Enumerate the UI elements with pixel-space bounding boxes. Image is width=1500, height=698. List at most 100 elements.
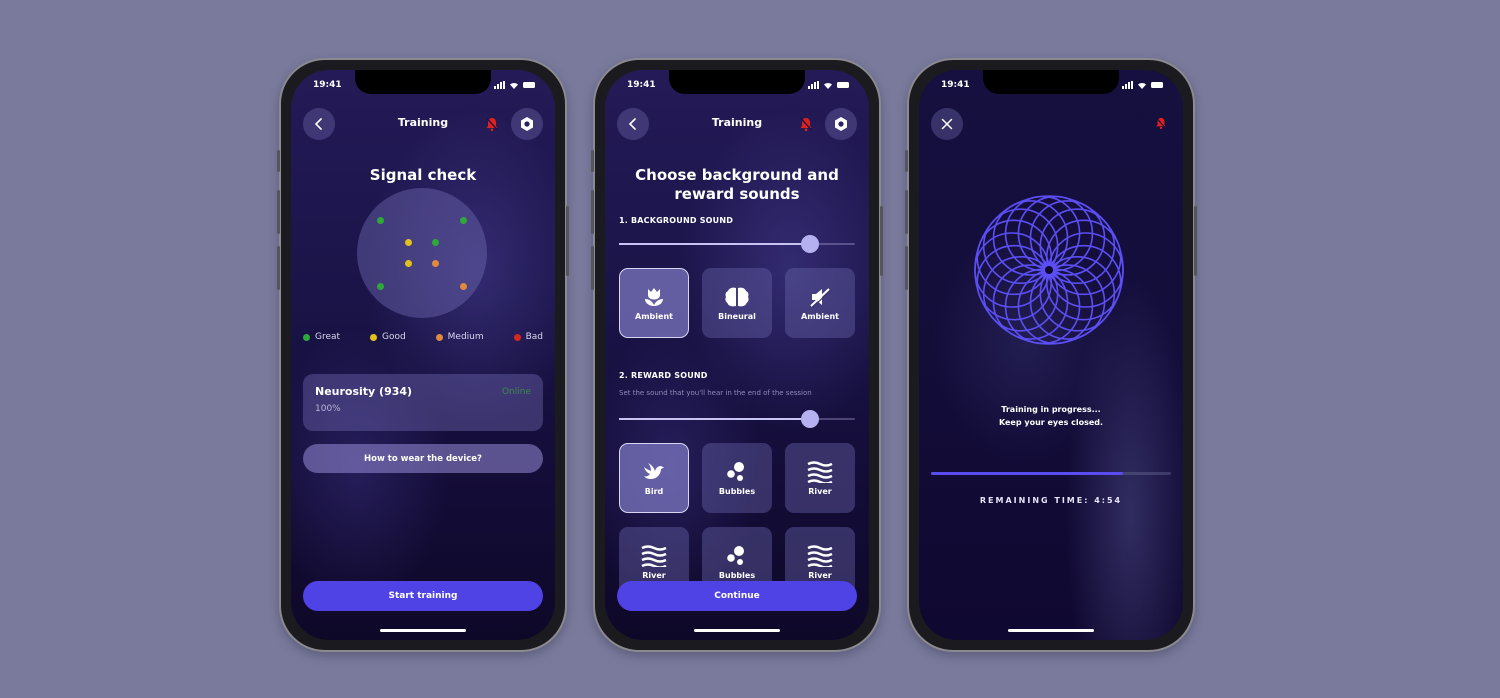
top-bar: [931, 108, 1171, 140]
home-indicator[interactable]: [1008, 629, 1094, 632]
status-time: 19:41: [941, 80, 970, 90]
sound-option-label: Bird: [644, 486, 664, 496]
tulip-icon: [645, 287, 663, 306]
bell-muted-icon[interactable]: [485, 116, 499, 132]
sound-option-ambient[interactable]: Ambient: [619, 268, 689, 338]
phone-side-button: [905, 150, 908, 172]
legend-label: Great: [315, 332, 341, 342]
wifi-icon: [510, 82, 518, 89]
top-bar: Training: [303, 108, 543, 140]
notch: [983, 70, 1119, 94]
progress-fill: [931, 472, 1123, 475]
reward-sound-label: 2. REWARD SOUND: [619, 371, 708, 380]
training-message-line-1: Training in progress...: [1001, 405, 1101, 414]
close-icon: [941, 118, 953, 130]
battery-icon: [1151, 82, 1163, 88]
reward-volume-slider[interactable]: [619, 410, 855, 428]
sound-option-bubbles[interactable]: Bubbles: [702, 443, 772, 513]
legend-dot: [513, 333, 521, 341]
waves-icon: [641, 544, 667, 567]
sound-option-label: Bubbles: [718, 486, 756, 496]
topbar-title: Training: [711, 116, 763, 129]
continue-button[interactable]: Continue: [617, 581, 857, 611]
legend-item: Good: [370, 332, 406, 342]
phone-training-progress: 19:41 Training in progress... Keep your …: [905, 58, 1197, 652]
slider-fill: [619, 243, 811, 245]
screen: 19:41 Training in progress... Keep your …: [919, 70, 1183, 640]
screen: 19:41 Training Signal check Great Good M…: [291, 70, 555, 640]
reward-sound-description: Set the sound that you'll hear in the en…: [619, 389, 812, 397]
sound-option-label: Ambient: [801, 311, 839, 321]
legend-label: Bad: [525, 332, 543, 342]
start-training-button[interactable]: Start training: [303, 581, 543, 611]
sound-option-label: Bineural: [718, 311, 756, 321]
electrode-dot: [432, 239, 439, 246]
wifi-icon: [1138, 82, 1146, 89]
device-status: Online: [501, 387, 531, 397]
legend-label: Medium: [447, 332, 484, 342]
screen-title-line-2: reward sounds: [674, 185, 800, 203]
waves-icon: [807, 460, 833, 483]
sound-option-bird[interactable]: Bird: [619, 443, 689, 513]
training-progress-bar: [931, 472, 1171, 475]
waves-icon: [807, 544, 833, 567]
bell-muted-icon[interactable]: [1155, 116, 1167, 130]
how-to-wear-button[interactable]: How to wear the device?: [303, 444, 543, 473]
battery-icon: [523, 82, 535, 88]
battery-icon: [837, 82, 849, 88]
brain-icon: [725, 287, 749, 306]
settings-button[interactable]: [511, 108, 543, 140]
phone-side-button: [880, 206, 883, 276]
settings-icon: [521, 117, 533, 131]
cellular-signal-icon: [1122, 81, 1133, 89]
electrode-dot: [377, 283, 384, 290]
slider-thumb[interactable]: [801, 235, 820, 253]
electrode-dot: [405, 239, 412, 246]
home-indicator[interactable]: [380, 629, 466, 632]
mandala-center-hole: [1045, 266, 1053, 274]
device-card[interactable]: Neurosity (934) Online 100%: [303, 374, 543, 431]
bubbles-icon: [727, 545, 744, 565]
electrode-dot: [460, 283, 467, 290]
close-button[interactable]: [931, 108, 963, 140]
legend-item: Great: [303, 332, 340, 342]
electrode-dot: [377, 217, 384, 224]
cellular-signal-icon: [808, 81, 819, 89]
bubbles-icon: [727, 461, 744, 481]
sound-option-river[interactable]: River: [785, 443, 855, 513]
electrode-dot: [432, 260, 439, 267]
settings-button[interactable]: [825, 108, 857, 140]
status-time: 19:41: [313, 80, 342, 90]
head-map: [357, 188, 487, 318]
notch: [355, 70, 491, 94]
legend-item: Medium: [435, 332, 484, 342]
status-time: 19:41: [627, 80, 656, 90]
phone-side-button: [591, 246, 594, 290]
sound-option-label: River: [808, 570, 832, 580]
phone-side-button: [591, 190, 594, 234]
device-name: Neurosity (934): [315, 385, 413, 398]
bell-muted-icon[interactable]: [799, 116, 813, 132]
screen-title: Choose background and reward sounds: [605, 166, 869, 204]
phone-sound-selection: 19:41 Training Choose background and rew…: [591, 58, 883, 652]
phone-side-button: [277, 246, 280, 290]
background-sound-options: Ambient Bineural Ambient: [619, 268, 855, 338]
legend-item: Bad: [513, 332, 543, 342]
phone-side-button: [566, 206, 569, 276]
phone-side-button: [905, 246, 908, 290]
background-volume-slider[interactable]: [619, 235, 855, 253]
legend-label: Good: [382, 332, 406, 342]
home-indicator[interactable]: [694, 629, 780, 632]
sound-option-label: River: [642, 570, 666, 580]
top-bar: Training: [617, 108, 857, 140]
sound-option-label: Bubbles: [718, 570, 756, 580]
electrode-dot: [460, 217, 467, 224]
sound-option-ambient-muted[interactable]: Ambient: [785, 268, 855, 338]
phone-side-button: [277, 190, 280, 234]
phone-side-button: [591, 150, 594, 172]
training-message: Training in progress... Keep your eyes c…: [919, 403, 1183, 429]
screen-title: Signal check: [369, 166, 477, 184]
slider-thumb[interactable]: [801, 410, 820, 428]
sound-option-bineural[interactable]: Bineural: [702, 268, 772, 338]
cellular-signal-icon: [494, 81, 505, 89]
